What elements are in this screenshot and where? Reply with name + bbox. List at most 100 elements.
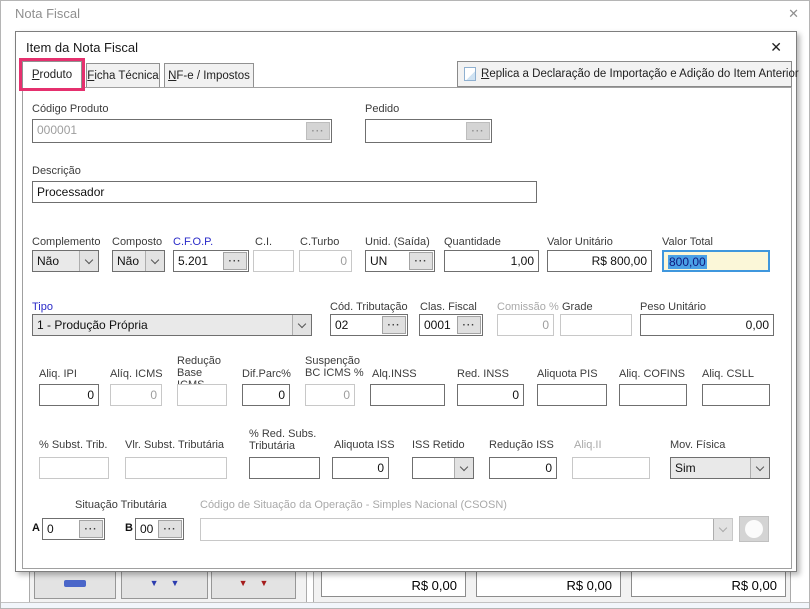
aliq-cofins-field[interactable]: [619, 384, 687, 406]
tab-ficha-tecnica[interactable]: Ficha Técnica: [86, 63, 160, 87]
codigo-produto-browse-button[interactable]: ···: [306, 122, 330, 140]
aliq-icms-field[interactable]: 0: [110, 384, 162, 406]
descricao-value: Processador: [33, 182, 536, 202]
mov-fisica-combobox[interactable]: Sim: [670, 457, 770, 479]
clas-fiscal-field[interactable]: 0001 ···: [419, 314, 483, 336]
item-nota-fiscal-dialog: Item da Nota Fiscal ✕ Produto Ficha Técn…: [15, 31, 797, 572]
composto-combobox[interactable]: Não: [112, 250, 165, 272]
pedido-value: [366, 120, 466, 142]
tab-produto[interactable]: Produto: [22, 61, 82, 88]
csosn-dropdown-button[interactable]: [713, 519, 732, 540]
triangle-down-icon: ▼: [171, 579, 180, 588]
ellipsis-icon: ···: [229, 256, 242, 267]
ellipsis-icon: ···: [415, 256, 428, 267]
dialog-close-button[interactable]: ✕: [770, 39, 782, 56]
aliq-icms-label: Alíq. ICMS: [110, 368, 163, 380]
situacao-a-letter: A: [32, 522, 40, 534]
alq-inss-value: [371, 385, 444, 405]
iss-retido-dropdown-button[interactable]: [454, 458, 473, 478]
aliq-ii-field[interactable]: [572, 457, 650, 479]
tipo-combobox[interactable]: 1 - Produção Própria: [32, 314, 312, 336]
peso-unitario-label: Peso Unitário: [640, 301, 706, 313]
complemento-combobox[interactable]: Não: [32, 250, 99, 272]
aliq-ipi-field[interactable]: 0: [39, 384, 99, 406]
valor-unitario-label: Valor Unitário: [547, 236, 613, 248]
pedido-field[interactable]: ···: [365, 119, 492, 143]
window-close-button[interactable]: ✕: [788, 6, 799, 22]
unid-saida-field[interactable]: UN ···: [365, 250, 435, 272]
unid-saida-label: Unid. (Saída): [365, 236, 430, 248]
cfop-browse-button[interactable]: ···: [223, 252, 247, 270]
alq-inss-field[interactable]: [370, 384, 445, 406]
dif-parc-value: 0: [243, 385, 289, 405]
cfop-field[interactable]: 5.201 ···: [173, 250, 249, 272]
quantidade-field[interactable]: 1,00: [444, 250, 539, 272]
aliquota-pis-field[interactable]: [537, 384, 607, 406]
peso-unitario-field[interactable]: 0,00: [640, 314, 774, 336]
reducao-iss-field[interactable]: 0: [489, 457, 557, 479]
aliq-csll-label: Aliq. CSLL: [702, 368, 754, 380]
valor-unitario-field[interactable]: R$ 800,00: [547, 250, 652, 272]
suspencao-bc-icms-label: Suspenção BC ICMS %: [305, 355, 367, 379]
vlr-subst-tributaria-value: [126, 458, 226, 478]
dif-parc-field[interactable]: 0: [242, 384, 290, 406]
situacao-b-browse-button[interactable]: ···: [158, 520, 182, 538]
tab-label: F: [87, 70, 94, 82]
total-value: R$ 0,00: [411, 578, 457, 593]
aliquota-iss-field[interactable]: 0: [332, 457, 389, 479]
reducao-base-icms-field[interactable]: [177, 384, 227, 406]
aliq-cofins-label: Aliq. COFINS: [619, 368, 685, 380]
pedido-browse-button[interactable]: ···: [466, 122, 490, 140]
iss-retido-combobox[interactable]: [412, 457, 474, 479]
pct-red-subs-tributaria-field[interactable]: [249, 457, 320, 479]
situacao-a-browse-button[interactable]: ···: [79, 520, 103, 538]
descricao-label: Descrição: [32, 165, 81, 177]
grid-icon: [64, 580, 86, 587]
ellipsis-icon: ···: [312, 126, 325, 137]
complemento-dropdown-button[interactable]: [79, 251, 98, 271]
cod-tributacao-browse-button[interactable]: ···: [382, 316, 406, 334]
pedido-label: Pedido: [365, 103, 399, 115]
csosn-combobox[interactable]: [200, 518, 733, 541]
valor-total-field[interactable]: 800,00: [662, 250, 770, 272]
csosn-value: [201, 519, 713, 540]
descricao-field[interactable]: Processador: [32, 181, 537, 203]
mov-fisica-dropdown-button[interactable]: [750, 458, 769, 478]
red-inss-field[interactable]: 0: [457, 384, 524, 406]
pct-subst-trib-field[interactable]: [39, 457, 109, 479]
cod-tributacao-value: 02: [331, 315, 382, 335]
c-turbo-field[interactable]: 0: [299, 250, 352, 272]
tab-label: P: [32, 69, 40, 81]
ci-value: [254, 251, 293, 271]
ellipsis-icon: ···: [472, 126, 485, 137]
unid-saida-browse-button[interactable]: ···: [409, 252, 433, 270]
suspencao-bc-icms-field[interactable]: 0: [305, 384, 355, 406]
situacao-b-field[interactable]: 00 ···: [135, 518, 184, 540]
ci-field[interactable]: [253, 250, 294, 272]
tipo-dropdown-button[interactable]: [292, 315, 311, 335]
cod-tributacao-field[interactable]: 02 ···: [330, 314, 408, 336]
triangle-down-icon: ▼: [239, 579, 248, 588]
quantidade-label: Quantidade: [444, 236, 501, 248]
cfop-label: C.F.O.P.: [173, 236, 213, 248]
tab-label: icha Técnica: [94, 70, 158, 82]
clas-fiscal-browse-button[interactable]: ···: [457, 316, 481, 334]
aliq-cofins-value: [620, 385, 686, 405]
comissao-field[interactable]: 0: [497, 314, 554, 336]
situacao-a-field[interactable]: 0 ···: [42, 518, 105, 540]
circle-icon: [745, 520, 763, 538]
csosn-circle-button[interactable]: [739, 516, 769, 542]
tab-label: F-e / Impostos: [176, 70, 250, 82]
vlr-subst-tributaria-field[interactable]: [125, 457, 227, 479]
window-bottom-edge: [1, 602, 810, 609]
composto-dropdown-button[interactable]: [145, 251, 164, 271]
aliq-csll-field[interactable]: [702, 384, 770, 406]
grade-field[interactable]: [560, 314, 632, 336]
tab-nfe-impostos[interactable]: NF-e / Impostos: [164, 63, 254, 87]
codigo-produto-value: 000001: [33, 120, 306, 142]
clas-fiscal-value: 0001: [420, 315, 457, 335]
codigo-produto-field[interactable]: 000001 ···: [32, 119, 332, 143]
alq-inss-label: Alq.INSS: [372, 368, 417, 380]
unid-saida-value: UN: [366, 251, 409, 271]
replica-declaracao-button[interactable]: Replica a Declaração de Importação e Adi…: [457, 61, 792, 87]
